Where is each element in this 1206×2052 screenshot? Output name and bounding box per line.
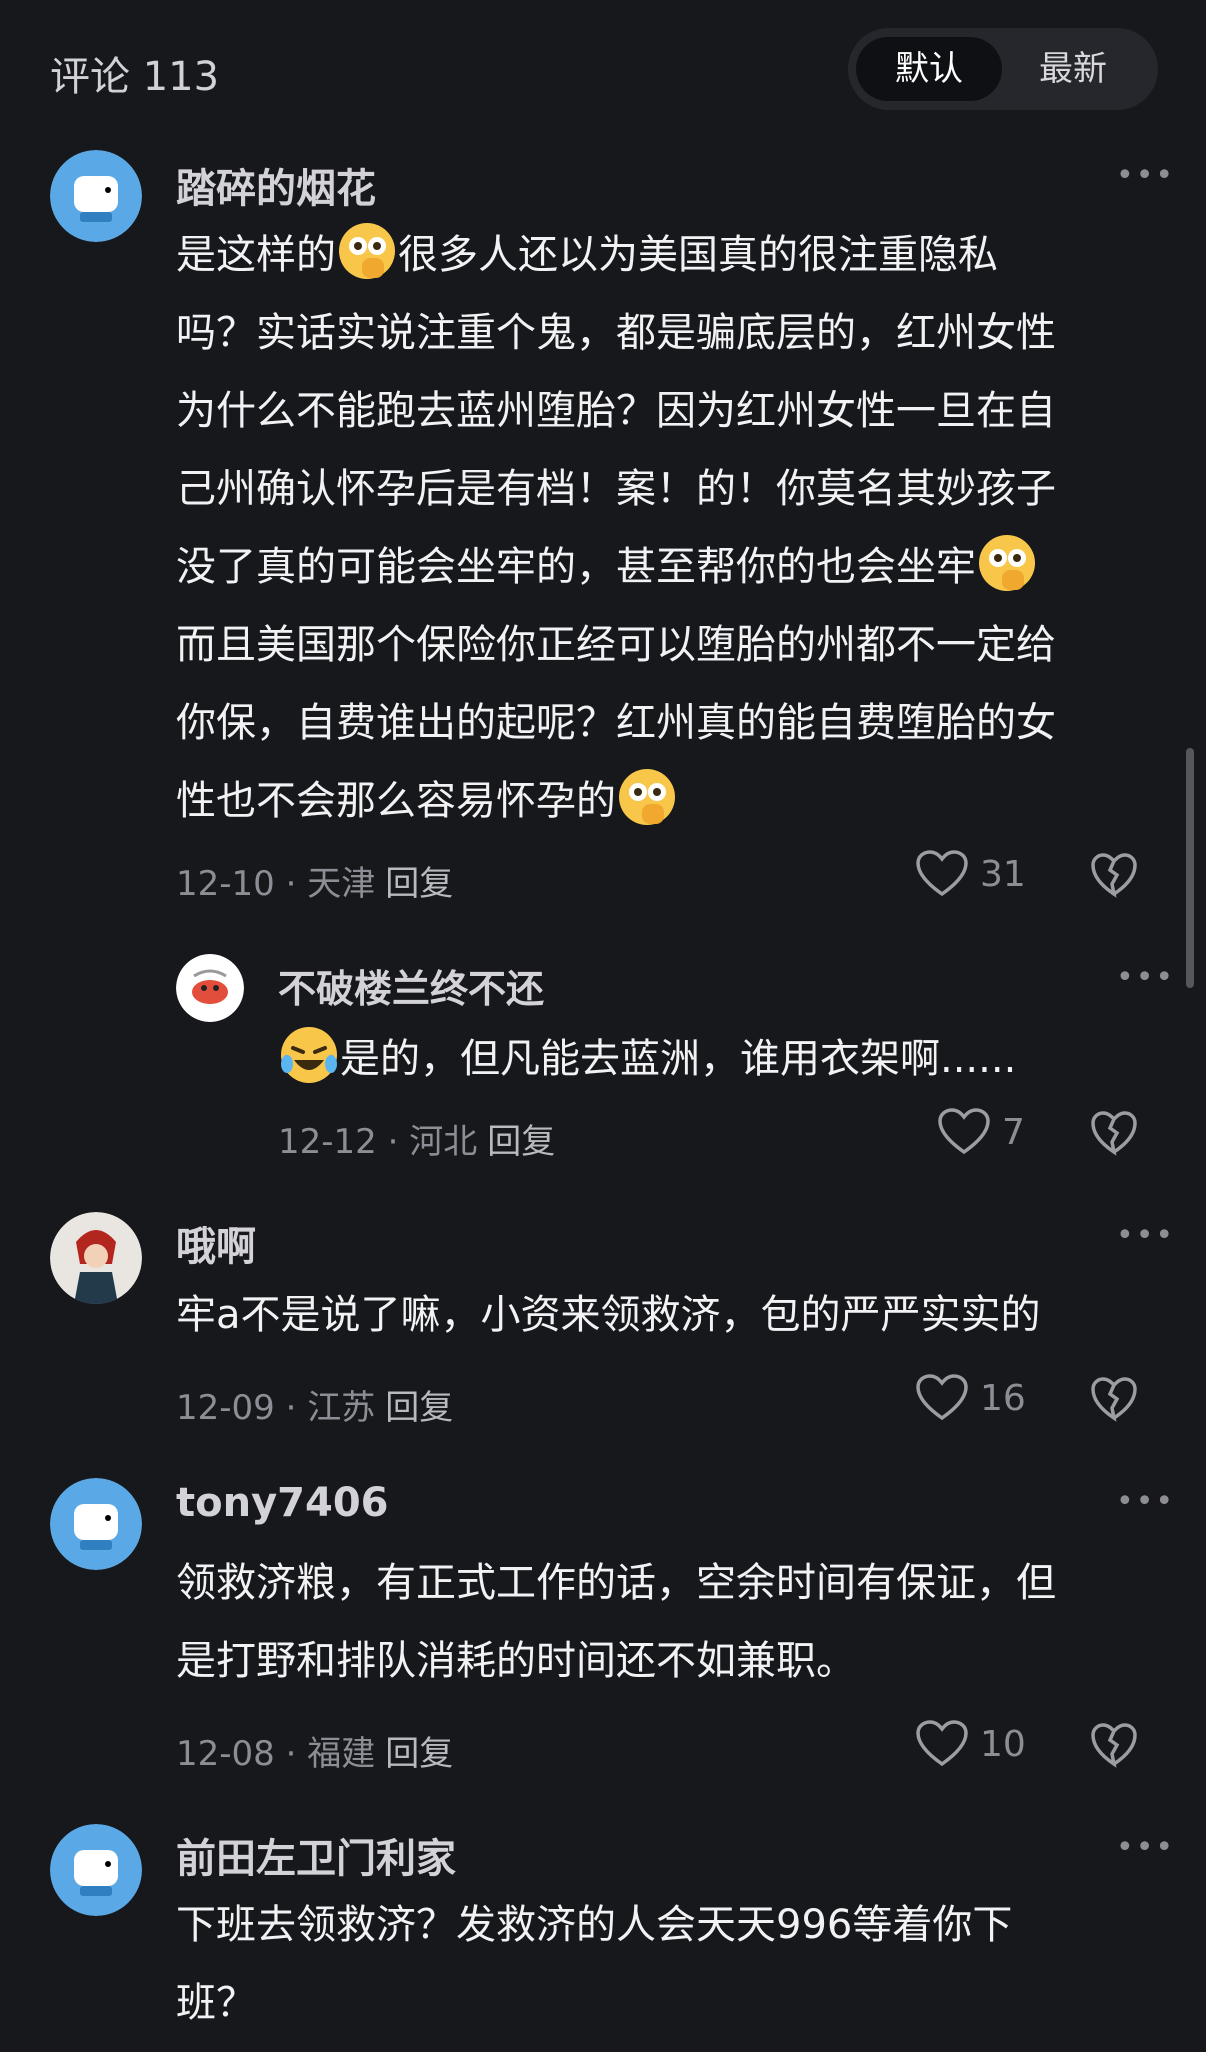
username[interactable]: 踏碎的烟花: [176, 156, 376, 214]
comment-text: 领救济粮，有正式工作的话，空余时间有保证，但 是打野和排队消耗的时间还不如兼职。: [176, 1544, 1056, 1700]
comment-meta: 12-12 · 河北 回复: [278, 1122, 556, 1162]
avatar[interactable]: [50, 150, 142, 242]
broken-heart-icon[interactable]: [1090, 1722, 1138, 1770]
reply-button[interactable]: 回复: [385, 1734, 453, 1774]
comment-date: 12-10: [176, 864, 275, 904]
like-count: 16: [980, 1378, 1026, 1419]
username[interactable]: 前田左卫门利家: [176, 1826, 456, 1884]
like-button[interactable]: 10: [916, 1720, 1046, 1774]
reply-button[interactable]: 回复: [385, 864, 453, 904]
more-dots-icon[interactable]: •••: [1116, 1218, 1175, 1253]
username[interactable]: 哦啊: [176, 1214, 256, 1272]
heart-icon: [938, 1108, 990, 1155]
peeking-face-emoji-icon: [976, 532, 1038, 594]
comment-line: 为什么不能跑去蓝州堕胎？因为红州女性一旦在自: [176, 388, 1056, 434]
comment-date: 12-09: [176, 1388, 275, 1428]
peeking-face-emoji-icon: [616, 766, 678, 828]
heart-icon: [916, 850, 968, 897]
broken-heart-icon[interactable]: [1090, 852, 1138, 900]
comment-text: 牢a不是说了嘛，小资来领救济，包的严严实实的: [176, 1276, 1041, 1354]
comment-line: 领救济粮，有正式工作的话，空余时间有保证，但: [176, 1560, 1056, 1606]
comments-header: 评论 113 默认 最新: [0, 0, 1206, 140]
comment-meta: 12-08 · 福建 回复: [176, 1734, 454, 1774]
like-count: 31: [980, 854, 1026, 895]
avatar[interactable]: [50, 1824, 142, 1916]
comment-location: 天津: [307, 864, 376, 904]
heart-icon: [916, 1720, 968, 1767]
more-dots-icon[interactable]: •••: [1116, 960, 1175, 995]
like-count: 7: [1002, 1112, 1025, 1153]
sort-default-tab[interactable]: 默认: [856, 37, 1002, 101]
like-count: 10: [980, 1724, 1026, 1765]
comment-meta: 12-10 · 天津 回复: [176, 864, 454, 904]
reply-button[interactable]: 回复: [487, 1122, 555, 1162]
comment-line: 吗？实话实说注重个鬼，都是骗底层的，红州女性: [176, 310, 1056, 356]
comments-count-title: 评论 113: [50, 54, 220, 100]
reply-button[interactable]: 回复: [385, 1388, 453, 1428]
heart-icon: [916, 1374, 968, 1421]
comment-line: 你保，自费谁出的起呢？红州真的能自费堕胎的女: [176, 700, 1056, 746]
comment-meta: 12-09 · 江苏 回复: [176, 1388, 454, 1428]
comment-location: 河北: [409, 1122, 478, 1162]
more-dots-icon[interactable]: •••: [1116, 1830, 1175, 1865]
comment-date: 12-08: [176, 1734, 275, 1774]
username[interactable]: tony7406: [176, 1480, 388, 1526]
comment-text: 是这样的 很多人还以为美国真的很注重隐私 吗？实话实说注重个鬼，都是骗底层的，红州…: [176, 216, 1056, 840]
laughing-crying-emoji-icon: [278, 1024, 340, 1086]
broken-heart-icon[interactable]: [1090, 1376, 1138, 1424]
comment-line: 是这样的 很多人还以为美国真的很注重隐私: [176, 216, 1056, 294]
comment-text: 是的，但凡能去蓝洲，谁用衣架啊......: [278, 1020, 1016, 1098]
comment-text: 下班去领救济？发救济的人会天天996等着你下 班？: [176, 1886, 1012, 2042]
sort-latest-tab[interactable]: 最新: [1000, 37, 1146, 101]
like-button[interactable]: 31: [916, 850, 1046, 904]
comment-line: 而且美国那个保险你正经可以堕胎的州都不一定给: [176, 622, 1056, 668]
comment-line: 性也不会那么容易怀孕的: [176, 762, 1056, 840]
more-dots-icon[interactable]: •••: [1116, 158, 1175, 193]
avatar[interactable]: [50, 1212, 142, 1304]
more-dots-icon[interactable]: •••: [1116, 1484, 1175, 1519]
comment-line: 没了真的可能会坐牢的，甚至帮你的也会坐牢: [176, 528, 1056, 606]
comment-line: 是打野和排队消耗的时间还不如兼职。: [176, 1638, 856, 1684]
comment-line: 己州确认怀孕后是有档！案！的！你莫名其妙孩子: [176, 466, 1056, 512]
like-button[interactable]: 16: [916, 1374, 1046, 1428]
scrollbar[interactable]: [1186, 748, 1194, 988]
comment-line: 下班去领救济？发救济的人会天天996等着你下: [176, 1902, 1013, 1948]
comment-date: 12-12: [278, 1122, 377, 1162]
username[interactable]: 不破楼兰终不还: [278, 958, 544, 1013]
comment-location: 江苏: [307, 1388, 376, 1428]
comment-location: 福建: [307, 1734, 376, 1774]
avatar[interactable]: [50, 1478, 142, 1570]
peeking-face-emoji-icon: [336, 220, 398, 282]
broken-heart-icon[interactable]: [1090, 1110, 1138, 1158]
sort-toggle: 默认 最新: [848, 28, 1158, 110]
comment-line: 班？: [176, 1980, 256, 2026]
avatar[interactable]: [176, 954, 244, 1022]
comment-line: 牢a不是说了嘛，小资来领救济，包的严严实实的: [176, 1292, 1041, 1338]
like-button[interactable]: 7: [938, 1108, 1048, 1162]
comment-line: 是的，但凡能去蓝洲，谁用衣架啊......: [278, 1020, 1016, 1098]
